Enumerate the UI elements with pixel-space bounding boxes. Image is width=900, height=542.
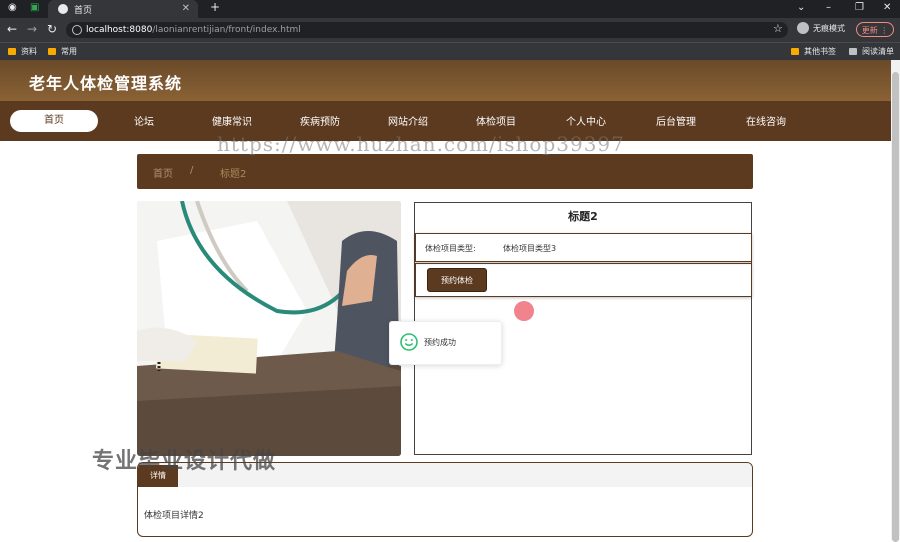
incognito-indicator[interactable]: 无痕模式 bbox=[797, 22, 845, 34]
new-tab-icon[interactable]: + bbox=[210, 0, 220, 14]
update-button[interactable]: 更新 ⋮ bbox=[856, 22, 894, 37]
details-content: 体检项目详情2 bbox=[144, 511, 204, 521]
checkup-type-value: 体检项目类型3 bbox=[503, 244, 557, 253]
book-checkup-button[interactable]: 预约体检 bbox=[427, 268, 487, 292]
site-header: 老年人体检管理系统 bbox=[0, 60, 900, 101]
text-watermark: 专业毕业设计代做 bbox=[92, 449, 277, 474]
browser-tab-bar: ◉ ▣ 首页 ✕ + ⌄ – ❐ ✕ bbox=[0, 0, 900, 18]
tab-close-icon[interactable]: ✕ bbox=[182, 3, 190, 14]
tab-title: 首页 bbox=[74, 5, 93, 16]
nav-item-checkup-items[interactable]: 体检项目 bbox=[461, 113, 531, 128]
site-info-icon[interactable] bbox=[72, 25, 82, 35]
checkup-title: 标题2 bbox=[568, 210, 598, 223]
forward-icon[interactable]: → bbox=[27, 22, 37, 36]
nav-item-consultation[interactable]: 在线咨询 bbox=[731, 113, 801, 128]
restore-icon[interactable]: ❐ bbox=[855, 2, 864, 13]
nav-item-admin[interactable]: 后台管理 bbox=[641, 113, 711, 128]
browser-toolbar: ← → ↻ localhost:8080/laonianrentijian/fr… bbox=[0, 18, 900, 42]
checkup-photo bbox=[137, 201, 401, 456]
browser-menu-icon[interactable]: ◉ bbox=[8, 2, 17, 13]
nav-item-personal-center[interactable]: 个人中心 bbox=[551, 113, 621, 128]
nav-item-site-intro[interactable]: 网站介绍 bbox=[373, 113, 443, 128]
bookmark-label: 其他书签 bbox=[804, 47, 836, 56]
nav-item-forum[interactable]: 论坛 bbox=[109, 113, 179, 128]
bookmark-star-icon[interactable]: ☆ bbox=[773, 22, 783, 35]
nav-item-home[interactable]: 首页 bbox=[10, 110, 98, 132]
reading-list[interactable]: 阅读清单 bbox=[849, 46, 894, 57]
url-path: /laonianrentijian/front/index.html bbox=[152, 25, 301, 35]
folder-icon bbox=[791, 48, 799, 55]
reload-icon[interactable]: ↻ bbox=[47, 22, 57, 36]
bookmark-folder-other[interactable]: 其他书签 bbox=[791, 46, 836, 57]
window-close-icon[interactable]: ✕ bbox=[883, 2, 891, 13]
bookmark-label: 常用 bbox=[61, 47, 77, 56]
checkup-type-label: 体检项目类型: bbox=[425, 244, 476, 253]
back-icon[interactable]: ← bbox=[7, 22, 17, 36]
success-toast: 预约成功 bbox=[389, 321, 502, 365]
toast-message: 预约成功 bbox=[424, 338, 456, 347]
globe-icon bbox=[58, 4, 68, 14]
pinned-tab-icon[interactable]: ▣ bbox=[30, 2, 39, 13]
site-title: 老年人体检管理系统 bbox=[29, 74, 183, 93]
bookmarks-bar: 资料 常用 其他书签 阅读清单 bbox=[0, 42, 900, 60]
booking-row: 预约体检 bbox=[415, 263, 752, 297]
breadcrumb-current: 标题2 bbox=[220, 169, 247, 180]
smile-icon bbox=[400, 333, 418, 351]
breadcrumb: 首页 / 标题2 bbox=[137, 154, 753, 189]
browser-tab-active[interactable]: 首页 ✕ bbox=[48, 0, 198, 18]
minimize-icon[interactable]: – bbox=[826, 2, 831, 13]
doctor-patient-illustration bbox=[137, 201, 401, 456]
bookmark-label: 阅读清单 bbox=[862, 47, 894, 56]
address-bar[interactable]: localhost:8080/laonianrentijian/front/in… bbox=[66, 22, 788, 38]
nav-item-health-knowledge[interactable]: 健康常识 bbox=[197, 113, 267, 128]
url-watermark: https://www.huzhan.com/ishop39397 bbox=[217, 132, 625, 156]
bookmark-folder[interactable]: 常用 bbox=[48, 46, 77, 57]
incognito-icon bbox=[797, 22, 809, 34]
page-scrollbar[interactable] bbox=[891, 60, 900, 542]
checkup-type-row: 体检项目类型: 体检项目类型3 bbox=[415, 233, 752, 262]
nav-item-disease-prevention[interactable]: 疾病预防 bbox=[285, 113, 355, 128]
bookmark-folder[interactable]: 资料 bbox=[8, 46, 37, 57]
mouse-pointer-highlight bbox=[514, 301, 534, 321]
update-label: 更新 bbox=[861, 26, 878, 35]
breadcrumb-separator: / bbox=[190, 165, 194, 176]
incognito-label: 无痕模式 bbox=[813, 23, 845, 33]
tab-search-icon[interactable]: ⌄ bbox=[797, 2, 805, 13]
folder-icon bbox=[48, 48, 56, 55]
bookmark-label: 资料 bbox=[21, 47, 37, 56]
scrollbar-thumb[interactable] bbox=[892, 72, 899, 542]
reading-list-icon bbox=[849, 48, 857, 55]
folder-icon bbox=[8, 48, 16, 55]
url-host: localhost:8080 bbox=[86, 25, 153, 35]
breadcrumb-home[interactable]: 首页 bbox=[153, 165, 173, 180]
